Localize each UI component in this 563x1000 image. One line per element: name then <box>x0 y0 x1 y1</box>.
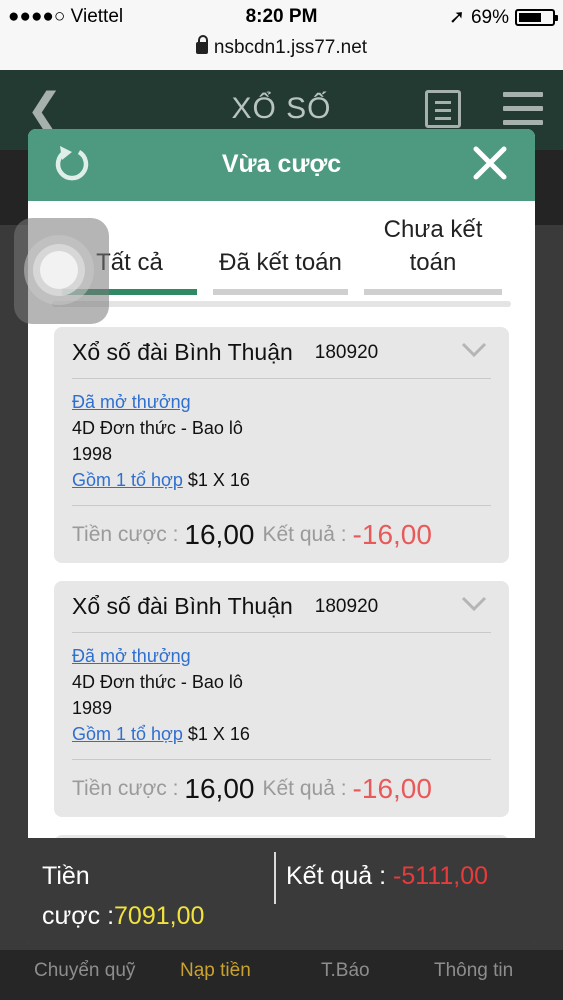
tab-settled-label: Đã kết toán <box>219 249 342 276</box>
assistive-touch-button[interactable] <box>14 218 109 324</box>
nav-notifications[interactable]: T.Báo <box>321 960 370 982</box>
status-right: ➚ 69% <box>449 6 558 29</box>
bet-card-header[interactable]: Xổ số đài Bình Thuận 180920 <box>72 327 491 379</box>
battery-icon <box>515 9 558 26</box>
result-value: -16,00 <box>352 518 432 550</box>
lottery-name: Xổ số đài Bình Thuận <box>72 339 293 365</box>
total-stake: Tiền cược :7091,00 <box>42 856 204 936</box>
total-result-label: Kết quả : <box>286 862 387 890</box>
bet-list[interactable]: Xổ số đài Bình Thuận 180920 Đã mở thưởng… <box>54 327 509 875</box>
draw-code: 180920 <box>314 595 379 617</box>
draw-code: 180920 <box>314 341 379 363</box>
summary-bar: Tiền cược :7091,00 Kết quả : -5111,00 <box>28 838 535 950</box>
stake-label: Tiền cược : <box>72 522 179 546</box>
page-title: XỔ SỐ <box>231 92 332 125</box>
bet-card-header[interactable]: Xổ số đài Bình Thuận 180920 <box>72 581 491 633</box>
stake-value: 16,00 <box>184 518 255 550</box>
stake-detail: $1 X 16 <box>187 470 250 490</box>
combo-link[interactable]: Gồm 1 tổ hợp <box>72 724 183 744</box>
total-result-value: -5111,00 <box>393 862 489 890</box>
total-result: Kết quả : -5111,00 <box>286 862 488 891</box>
stake-value: 16,00 <box>184 772 255 804</box>
chevron-down-icon[interactable] <box>461 341 487 359</box>
bet-card-footer: Tiền cược : 16,00 Kết quả : -16,00 <box>72 759 491 817</box>
status-link[interactable]: Đã mở thưởng <box>72 646 191 666</box>
tab-settled[interactable]: Đã kết toán <box>213 201 348 301</box>
lock-icon <box>195 35 208 54</box>
modal-header: Vừa cược <box>28 129 535 201</box>
bet-card-body: Đã mở thưởng 4D Đơn thức - Bao lô 1989 G… <box>72 633 491 747</box>
chevron-down-icon[interactable] <box>461 595 487 613</box>
combo-link[interactable]: Gồm 1 tổ hợp <box>72 470 183 490</box>
modal-title: Vừa cược <box>221 150 342 178</box>
stake-label: Tiền cược : <box>72 776 179 800</box>
nav-info[interactable]: Thông tin <box>434 960 513 982</box>
status-bar: ●●●●○ Viettel 8:20 PM ➚ 69% <box>0 0 563 34</box>
result-label: Kết quả : <box>262 776 347 800</box>
nav-transfer[interactable]: Chuyển quỹ <box>34 960 135 982</box>
tab-unsettled-indicator <box>364 289 502 295</box>
url-bar[interactable]: nsbcdn1.jss77.net <box>0 34 563 70</box>
tabs-divider <box>52 301 511 307</box>
battery-percent: 69% <box>470 6 509 28</box>
document-icon[interactable] <box>425 90 461 128</box>
url-text: nsbcdn1.jss77.net <box>213 37 368 58</box>
total-stake-value: 7091,00 <box>114 902 205 930</box>
bet-card-body: Đã mở thưởng 4D Đơn thức - Bao lô 1998 G… <box>72 379 491 493</box>
tab-unsettled-label: Chưa kết toán <box>383 216 483 276</box>
stake-detail: $1 X 16 <box>187 724 250 744</box>
tab-settled-indicator <box>213 289 348 295</box>
lottery-name: Xổ số đài Bình Thuận <box>72 593 293 619</box>
summary-divider <box>274 852 276 904</box>
status-link[interactable]: Đã mở thưởng <box>72 392 191 412</box>
result-value: -16,00 <box>352 772 432 804</box>
tab-unsettled[interactable]: Chưa kết toán <box>364 201 502 301</box>
bet-card[interactable]: Xổ số đài Bình Thuận 180920 Đã mở thưởng… <box>54 581 509 817</box>
result-label: Kết quả : <box>262 522 347 546</box>
bet-number: 1989 <box>72 698 113 718</box>
total-stake-label-line1: Tiền <box>42 862 90 890</box>
bet-card[interactable]: Xổ số đài Bình Thuận 180920 Đã mở thưởng… <box>54 327 509 563</box>
location-arrow-icon: ➚ <box>449 7 465 28</box>
bet-number: 1998 <box>72 444 113 464</box>
bet-card-footer: Tiền cược : 16,00 Kết quả : -16,00 <box>72 505 491 563</box>
bet-type: 4D Đơn thức - Bao lô <box>72 672 243 692</box>
nav-deposit[interactable]: Nạp tiền <box>180 960 251 982</box>
bottom-nav: Chuyển quỹ Nạp tiền T.Báo Thông tin <box>0 950 563 1000</box>
bet-type: 4D Đơn thức - Bao lô <box>72 418 243 438</box>
close-icon[interactable] <box>472 145 508 181</box>
total-stake-label-line2: cược : <box>42 902 115 930</box>
menu-icon[interactable] <box>503 92 543 134</box>
